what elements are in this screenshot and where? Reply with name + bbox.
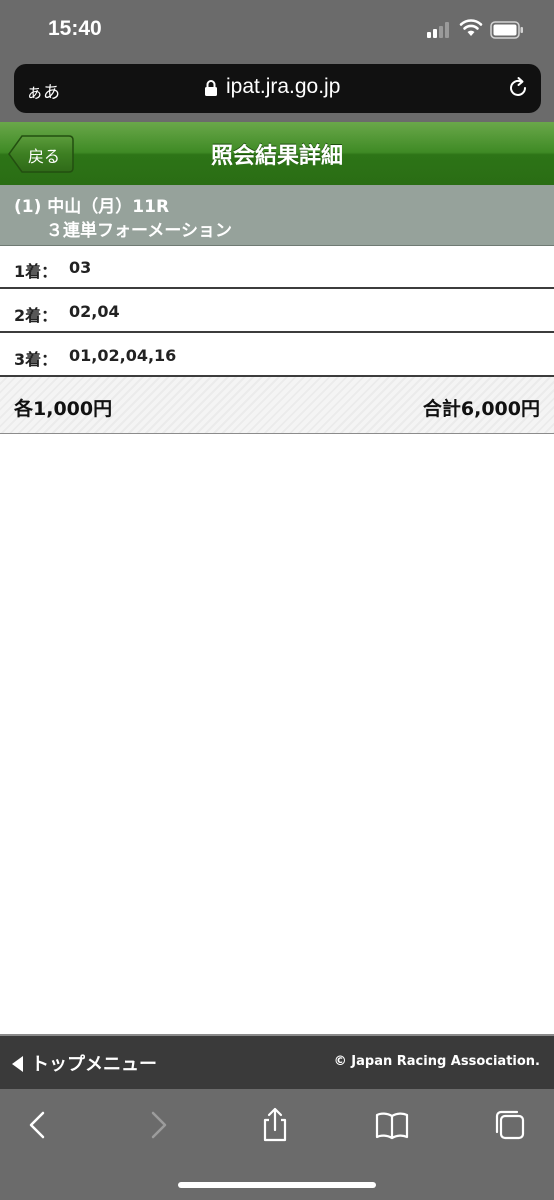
amount-each: 各1,000円 bbox=[14, 398, 113, 420]
address-bar[interactable]: ぁあ ipat.jra.go.jp bbox=[14, 64, 541, 113]
status-time: 15:40 bbox=[48, 17, 102, 40]
page-title: 照会結果詳細 bbox=[210, 144, 343, 169]
browser-address-area: ぁあ ipat.jra.go.jp bbox=[0, 60, 554, 122]
place-label: 3着： bbox=[14, 350, 58, 369]
copyright: © Japan Racing Association. bbox=[333, 1054, 540, 1069]
reload-icon[interactable] bbox=[506, 76, 530, 100]
tabs-icon[interactable] bbox=[492, 1107, 528, 1143]
text-size-button[interactable]: ぁあ bbox=[26, 78, 60, 103]
top-menu-link[interactable]: トップメニュー bbox=[12, 1050, 157, 1076]
bookmarks-icon[interactable] bbox=[374, 1107, 410, 1143]
place-row-3: 3着： 01,02,04,16 bbox=[0, 334, 554, 377]
battery-icon bbox=[490, 21, 523, 39]
place-row-1: 1着： 03 bbox=[0, 246, 554, 289]
place-value: 01,02,04,16 bbox=[69, 346, 177, 365]
totals-bar: 各1,000円 合計6,000円 bbox=[0, 377, 554, 434]
page-header: 戻る 照会結果詳細 bbox=[0, 122, 554, 185]
amount-total: 合計6,000円 bbox=[422, 398, 540, 420]
share-icon[interactable] bbox=[257, 1107, 293, 1143]
back-icon[interactable] bbox=[20, 1107, 56, 1143]
place-row-2: 2着： 02,04 bbox=[0, 290, 554, 333]
place-value: 02,04 bbox=[69, 302, 120, 321]
browser-toolbar bbox=[0, 1089, 554, 1200]
race-venue: (1) 中山（月）11R bbox=[14, 197, 170, 217]
url-text[interactable]: ipat.jra.go.jp bbox=[226, 75, 340, 99]
bet-type: ３連単フォーメーション bbox=[46, 221, 232, 241]
lock-icon bbox=[205, 80, 217, 96]
page-footer: トップメニュー © Japan Racing Association. bbox=[0, 1034, 554, 1089]
home-indicator bbox=[178, 1182, 376, 1188]
place-label: 1着： bbox=[14, 262, 58, 281]
forward-icon[interactable] bbox=[140, 1107, 176, 1143]
race-info: (1) 中山（月）11R ３連単フォーメーション bbox=[0, 185, 554, 246]
top-menu-label: トップメニュー bbox=[31, 1054, 157, 1075]
place-value: 03 bbox=[69, 258, 92, 277]
place-label: 2着： bbox=[14, 306, 58, 325]
cellular-signal-icon bbox=[427, 22, 451, 38]
status-bar: 15:40 bbox=[0, 0, 554, 60]
left-triangle-icon bbox=[12, 1056, 23, 1072]
wifi-icon bbox=[459, 19, 483, 36]
